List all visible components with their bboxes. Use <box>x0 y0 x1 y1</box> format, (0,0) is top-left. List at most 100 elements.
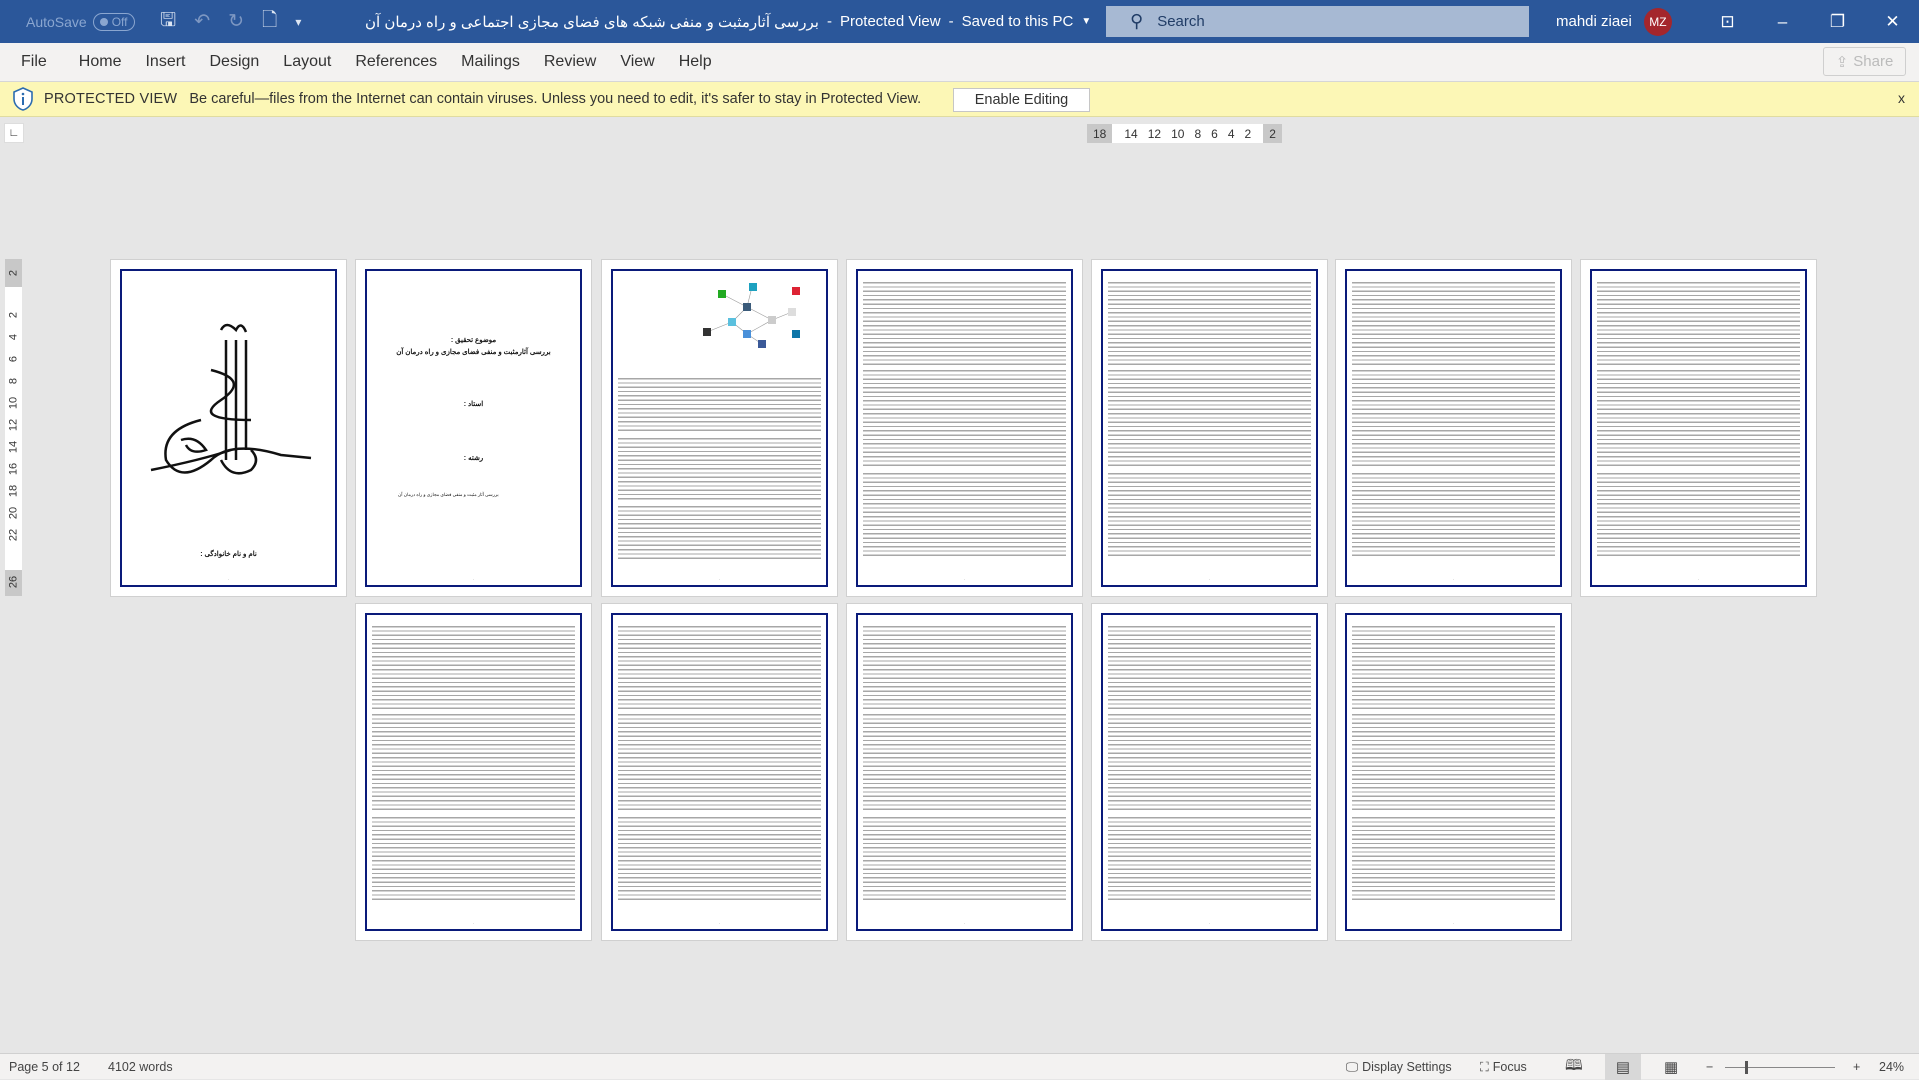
save-icon[interactable]: 🖫 <box>160 6 176 38</box>
page-thumbnail[interactable]: · <box>846 259 1083 597</box>
tab-references[interactable]: References <box>355 53 437 71</box>
page-text <box>863 817 1066 900</box>
page-number: · <box>227 577 230 582</box>
ruler-tick: 18 <box>7 484 20 498</box>
page-count[interactable]: Page 5 of 12 <box>9 1054 80 1080</box>
tab-file[interactable]: File <box>21 53 47 71</box>
redo-icon[interactable]: ↻ <box>228 10 244 33</box>
page-thumbnail[interactable]: · <box>846 603 1083 941</box>
read-mode-icon[interactable]: 🕮 <box>1565 1054 1583 1080</box>
tab-design[interactable]: Design <box>209 53 259 71</box>
zoom-in-icon[interactable]: + <box>1853 1054 1860 1080</box>
zoom-level[interactable]: 24% <box>1879 1054 1904 1080</box>
ruler-tick: 14 <box>7 440 20 454</box>
page-text <box>618 438 821 502</box>
saved-status[interactable]: Saved to this PC <box>962 13 1074 30</box>
page-thumbnail[interactable]: · <box>1335 259 1572 597</box>
autosave-toggle[interactable]: AutoSave Off <box>26 0 135 43</box>
page-text <box>863 714 1066 811</box>
topic-title: بررسی آثارمثبت و منفی فضای مجازی و راه د… <box>396 349 551 356</box>
chevron-down-icon[interactable]: ▼ <box>1081 16 1091 27</box>
page-number: · <box>1208 577 1211 582</box>
page-number: · <box>963 921 966 926</box>
protected-mode-label: Protected View <box>839 13 941 30</box>
page-text <box>863 282 1066 365</box>
autosave-label: AutoSave <box>26 13 87 30</box>
enable-editing-button[interactable]: Enable Editing <box>953 88 1090 112</box>
page-border <box>365 269 582 587</box>
ruler-tick: 20 <box>7 506 20 520</box>
ribbon-display-icon[interactable]: ⊡ <box>1700 12 1755 32</box>
page-thumbnail[interactable]: · <box>1091 603 1328 941</box>
page-thumbnail[interactable]: موضوع تحقیق : بررسی آثارمثبت و منفی فضای … <box>355 259 592 597</box>
page-text <box>1352 817 1555 900</box>
ruler-tick: 6 <box>1211 126 1218 141</box>
search-box[interactable]: ⚲ Search <box>1106 6 1529 37</box>
page-text <box>863 626 1066 709</box>
page-thumbnail[interactable]: · <box>1335 603 1572 941</box>
tab-review[interactable]: Review <box>544 53 596 71</box>
page-number: · <box>472 577 475 582</box>
tab-home[interactable]: Home <box>79 53 122 71</box>
tab-view[interactable]: View <box>620 53 654 71</box>
web-layout-icon[interactable]: ▦ <box>1664 1054 1678 1080</box>
status-bar: Page 5 of 12 4102 words 🖵 Display Setting… <box>0 1053 1919 1080</box>
share-button[interactable]: ⇪ Share <box>1823 47 1906 76</box>
focus-button[interactable]: ⛶ Focus <box>1480 1054 1527 1080</box>
horizontal-ruler[interactable]: 18 14 12 10 8 6 4 2 2 <box>1087 124 1282 143</box>
social-network-image <box>703 283 800 348</box>
page-text <box>1597 473 1800 556</box>
tab-mailings[interactable]: Mailings <box>461 53 520 71</box>
page-text <box>1352 473 1555 556</box>
close-icon[interactable]: ✕ <box>1865 12 1919 32</box>
ruler-tick: 10 <box>7 396 20 410</box>
page-text <box>863 473 1066 556</box>
title-bar: AutoSave Off 🖫 ↶ ↻ 🗋 ▾ بررسی آثارمثبت و … <box>0 0 1919 43</box>
restore-icon[interactable]: ❐ <box>1810 12 1865 32</box>
page-text <box>1108 714 1311 811</box>
page-thumbnail[interactable]: · <box>601 603 838 941</box>
zoom-out-icon[interactable]: − <box>1706 1054 1713 1080</box>
page-text <box>1597 370 1800 467</box>
display-settings-button[interactable]: 🖵 Display Settings <box>1346 1054 1452 1080</box>
page-text <box>1108 817 1311 900</box>
page-thumbnail[interactable]: نام و نام خانوادگی : · <box>110 259 347 597</box>
word-count[interactable]: 4102 words <box>108 1054 173 1080</box>
focus-icon: ⛶ <box>1480 1059 1489 1074</box>
page-text <box>1108 370 1311 467</box>
ribbon-tabs: File Home Insert Design Layout Reference… <box>0 43 1919 82</box>
customize-qat-icon[interactable]: ▾ <box>295 15 301 29</box>
zoom-slider[interactable] <box>1725 1054 1835 1080</box>
close-bar-button[interactable]: x <box>1898 90 1905 106</box>
tab-insert[interactable]: Insert <box>145 53 185 71</box>
share-icon: ⇪ <box>1835 53 1849 71</box>
undo-icon[interactable]: ↶ <box>194 10 210 33</box>
new-document-icon[interactable]: 🗋 <box>262 6 277 38</box>
page-text <box>1108 626 1311 709</box>
tab-selector[interactable]: ∟ <box>4 123 24 143</box>
protected-view-message: Be careful—files from the Internet can c… <box>189 91 922 107</box>
avatar[interactable]: MZ <box>1643 7 1672 36</box>
page-thumbnail[interactable]: · <box>1091 259 1328 597</box>
tab-layout[interactable]: Layout <box>283 53 331 71</box>
teacher-label: استاد : <box>463 401 484 408</box>
page-thumbnail[interactable]: · <box>601 259 838 597</box>
user-name[interactable]: mahdi ziaei <box>1556 13 1632 30</box>
focus-label: Focus <box>1492 1060 1527 1074</box>
autosave-state: Off <box>111 14 128 29</box>
calligraphy-image <box>150 323 312 475</box>
tab-help[interactable]: Help <box>679 53 712 71</box>
display-settings-label: Display Settings <box>1362 1060 1452 1074</box>
page-thumbnail[interactable]: · <box>355 603 592 941</box>
ruler-tick: 4 <box>1227 126 1235 141</box>
ruler-tick: 14 <box>1124 126 1138 141</box>
protected-view-bar: PROTECTED VIEW Be careful—files from the… <box>0 82 1919 117</box>
minimize-icon[interactable]: – <box>1755 12 1810 32</box>
page-thumbnail[interactable]: · <box>1580 259 1817 597</box>
ruler-tick: 2 <box>7 311 20 319</box>
topic-label: موضوع تحقیق : <box>450 337 497 344</box>
vertical-ruler[interactable]: 2 2 4 6 8 10 12 14 16 18 20 22 26 <box>5 259 22 596</box>
print-layout-icon[interactable]: ▤ <box>1605 1054 1641 1080</box>
page-text <box>1352 714 1555 811</box>
page-text <box>1352 282 1555 365</box>
